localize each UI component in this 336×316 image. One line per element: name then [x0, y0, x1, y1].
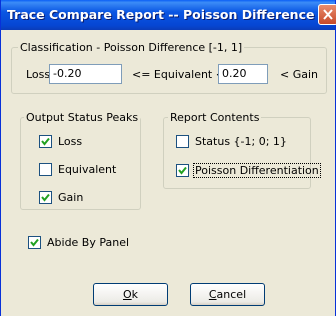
- report-contents-group: Report Contents Status {-1; 0; 1} Poisso…: [163, 111, 321, 189]
- window-title: Trace Compare Report -- Poisson Differen…: [7, 7, 315, 22]
- checkmark-icon: [30, 238, 39, 247]
- loss-threshold-input[interactable]: -0.20: [49, 64, 122, 84]
- report-contents-legend: Report Contents: [168, 111, 262, 124]
- abide-by-panel-checkbox[interactable]: [28, 236, 41, 249]
- gain-checkbox-label: Gain: [58, 191, 84, 204]
- loss-checkbox-label: Loss: [58, 135, 83, 148]
- cancel-button-mnemonic: C: [208, 288, 217, 301]
- gain-threshold-label: < Gain: [280, 68, 319, 81]
- dialog-window: Trace Compare Report -- Poisson Differen…: [0, 0, 336, 316]
- equivalent-checkbox-label: Equivalent: [58, 163, 117, 176]
- output-status-peaks-group: Output Status Peaks Loss Equivalent Gain: [20, 111, 141, 210]
- cancel-button-label-rest: ancel: [216, 288, 247, 301]
- close-icon: [323, 9, 333, 20]
- checkmark-icon: [41, 193, 50, 202]
- checkmark-icon: [178, 166, 187, 175]
- cancel-button[interactable]: Cancel: [190, 283, 265, 306]
- abide-by-panel-label: Abide By Panel: [47, 236, 130, 249]
- ok-button-mnemonic: O: [122, 288, 132, 301]
- poisson-differentiation-checkbox-label: Poisson Differentiation: [193, 163, 321, 178]
- title-bar[interactable]: Trace Compare Report -- Poisson Differen…: [1, 0, 336, 30]
- status-checkbox[interactable]: [176, 135, 189, 148]
- close-button[interactable]: [318, 4, 336, 25]
- classification-legend: Classification - Poisson Difference [-1,…: [18, 41, 245, 54]
- classification-group: Classification - Poisson Difference [-1,…: [11, 41, 327, 94]
- ok-button-label-rest: k: [131, 288, 139, 301]
- output-status-peaks-legend: Output Status Peaks: [24, 111, 141, 124]
- checkmark-icon: [41, 137, 50, 146]
- gain-threshold-input[interactable]: 0.20: [218, 64, 268, 84]
- ok-button[interactable]: Ok: [93, 283, 168, 306]
- loss-checkbox[interactable]: [39, 135, 52, 148]
- poisson-differentiation-checkbox[interactable]: [176, 164, 189, 177]
- status-checkbox-label: Status {-1; 0; 1}: [195, 135, 287, 148]
- equivalent-checkbox[interactable]: [39, 163, 52, 176]
- gain-checkbox[interactable]: [39, 191, 52, 204]
